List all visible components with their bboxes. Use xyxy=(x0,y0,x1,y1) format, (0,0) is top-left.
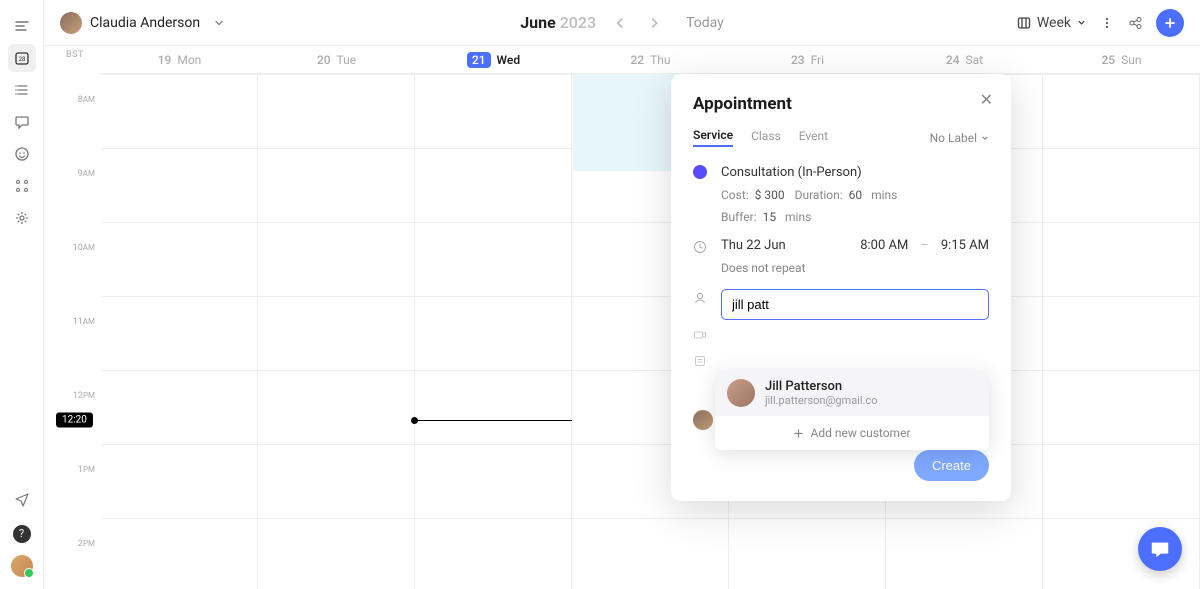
appointment-type-tabs: Service Class Event No Label xyxy=(693,128,989,147)
list-nav-icon[interactable] xyxy=(8,76,36,104)
service-name[interactable]: Consultation (In-Person) xyxy=(721,165,989,180)
end-time[interactable]: 9:15 AM xyxy=(941,238,989,253)
customer-search-input[interactable] xyxy=(721,289,989,320)
chevron-down-icon xyxy=(1077,18,1086,27)
repeat-selector[interactable]: Does not repeat xyxy=(721,261,989,275)
timezone-label: BST xyxy=(66,50,84,60)
current-user-avatar[interactable] xyxy=(11,555,33,577)
customer-suggestion-item[interactable]: Jill Patterson jill.patterson@gmail.co xyxy=(715,370,989,416)
day-header-cell[interactable]: 22Thu xyxy=(572,46,729,73)
current-time-indicator xyxy=(415,420,572,421)
emoji-nav-icon[interactable] xyxy=(8,140,36,168)
day-header-cell[interactable]: 21Wed xyxy=(415,46,572,73)
hour-label: 8AM xyxy=(78,95,95,105)
service-color-dot xyxy=(693,165,707,179)
create-button[interactable]: Create xyxy=(914,450,989,481)
start-time[interactable]: 8:00 AM xyxy=(860,238,908,253)
profile-name: Claudia Anderson xyxy=(90,15,200,31)
hour-label: 9AM xyxy=(78,169,95,179)
add-button[interactable] xyxy=(1156,9,1184,37)
current-time-badge: 12:20 xyxy=(56,413,93,428)
settings-nav-icon[interactable] xyxy=(8,204,36,232)
hour-label: 1PM xyxy=(78,465,95,475)
columns-icon xyxy=(1017,16,1031,30)
send-icon[interactable] xyxy=(8,485,36,513)
next-period-button[interactable] xyxy=(644,13,664,33)
share-button[interactable] xyxy=(1128,16,1142,30)
chat-nav-icon[interactable] xyxy=(8,108,36,136)
label-selector[interactable]: No Label xyxy=(930,131,989,145)
calendar-nav-icon[interactable]: 28 xyxy=(8,44,36,72)
suggestion-name: Jill Patterson xyxy=(765,379,877,394)
close-button[interactable]: ✕ xyxy=(980,90,993,109)
buffer-value[interactable]: 15 xyxy=(763,210,777,224)
customer-suggestions-dropdown: Jill Patterson jill.patterson@gmail.co A… xyxy=(715,370,989,450)
time-grid[interactable] xyxy=(101,74,1200,589)
time-axis: 8AM 9AM 10AM 11AM 12PM 1PM 2PM xyxy=(44,74,101,589)
appointment-date[interactable]: Thu 22 Jun xyxy=(721,238,786,253)
help-icon[interactable]: ? xyxy=(13,525,31,543)
calendar-grid: BST 19Mon20Tue21Wed22Thu23Fri24Sat25Sun … xyxy=(44,46,1200,589)
hour-label: 10AM xyxy=(73,243,95,253)
person-icon xyxy=(693,291,707,305)
appointment-popover: ✕ Appointment Service Class Event No Lab… xyxy=(671,74,1011,501)
add-new-customer-button[interactable]: Add new customer xyxy=(715,416,989,450)
calendar-selector[interactable]: Claudia Anderson xyxy=(60,12,224,34)
duration-value[interactable]: 60 xyxy=(849,188,863,202)
suggestion-avatar xyxy=(727,379,755,407)
day-header-cell[interactable]: 24Sat xyxy=(886,46,1043,73)
cost-value[interactable]: $ 300 xyxy=(755,188,785,202)
date-navigation: June 2023 Today xyxy=(520,13,724,33)
popover-title: Appointment xyxy=(693,94,989,114)
view-label: Week xyxy=(1037,15,1071,31)
month-year-label: June 2023 xyxy=(520,13,596,32)
chat-launcher-button[interactable] xyxy=(1138,527,1182,571)
top-bar: Claudia Anderson June 2023 Today Week xyxy=(44,0,1200,46)
suggestion-email: jill.patterson@gmail.co xyxy=(765,394,877,407)
tab-class[interactable]: Class xyxy=(751,129,781,146)
day-header-cell[interactable]: 25Sun xyxy=(1043,46,1200,73)
video-icon xyxy=(693,328,707,342)
chevron-down-icon xyxy=(214,18,224,28)
profile-avatar xyxy=(60,12,82,34)
svg-text:28: 28 xyxy=(18,56,25,63)
today-button[interactable]: Today xyxy=(686,15,724,31)
view-selector[interactable]: Week xyxy=(1017,15,1086,31)
tab-service[interactable]: Service xyxy=(693,128,733,147)
tab-event[interactable]: Event xyxy=(799,129,828,146)
menu-icon[interactable] xyxy=(8,12,36,40)
day-header-cell[interactable]: 23Fri xyxy=(729,46,886,73)
day-header-cell[interactable]: 20Tue xyxy=(258,46,415,73)
day-header-row: 19Mon20Tue21Wed22Thu23Fri24Sat25Sun xyxy=(101,46,1200,74)
staff-avatar xyxy=(693,410,713,430)
left-nav-rail: 28 ? xyxy=(0,0,44,589)
apps-nav-icon[interactable] xyxy=(8,172,36,200)
hour-label: 11AM xyxy=(73,317,95,327)
notes-icon xyxy=(693,354,707,368)
day-header-cell[interactable]: 19Mon xyxy=(101,46,258,73)
hour-label: 2PM xyxy=(78,539,95,549)
hour-label: 12PM xyxy=(73,391,95,401)
prev-period-button[interactable] xyxy=(610,13,630,33)
more-options-button[interactable] xyxy=(1100,16,1114,30)
clock-icon xyxy=(693,240,707,254)
